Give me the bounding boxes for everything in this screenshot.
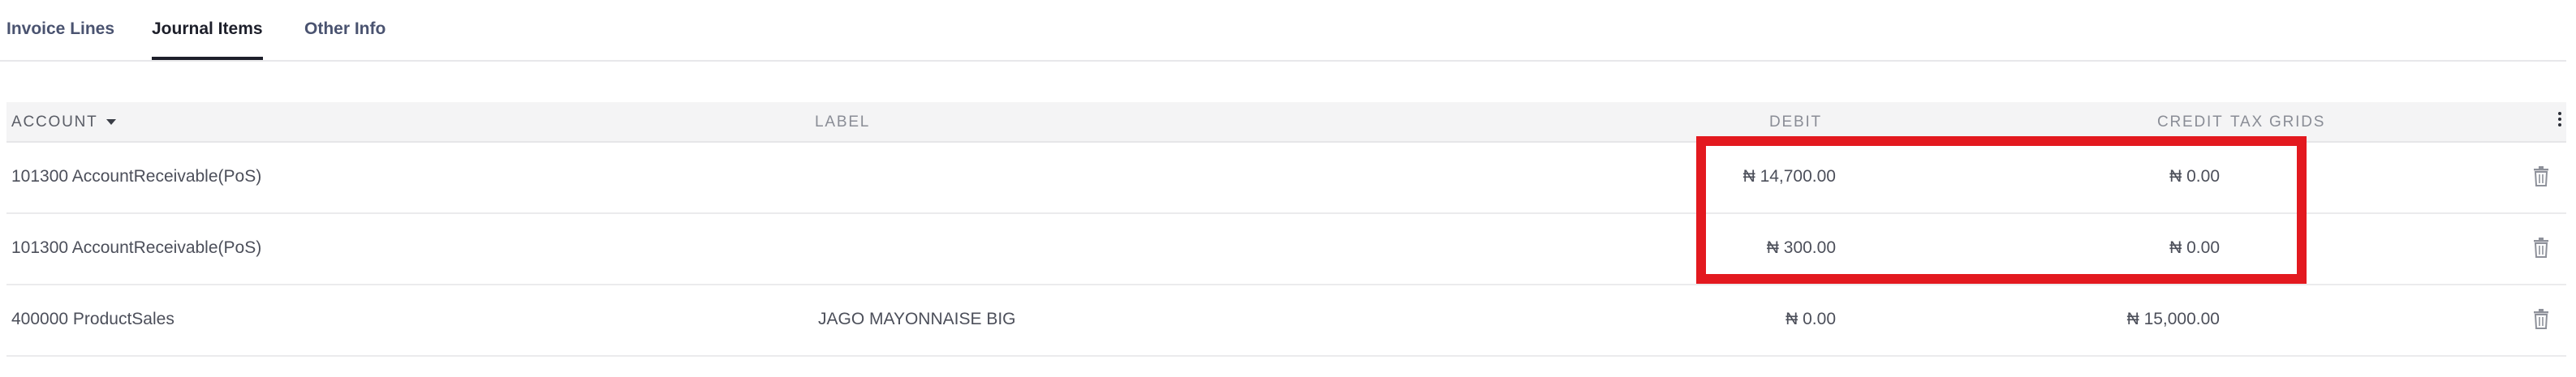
caret-down-icon [106, 119, 116, 126]
trash-icon[interactable] [2532, 237, 2550, 258]
table-row[interactable]: 101300 AccountReceivable(PoS) ₦ 300.00 ₦… [6, 214, 2566, 285]
trash-icon[interactable] [2532, 165, 2550, 186]
table-row[interactable]: 101300 AccountReceivable(PoS) ₦ 14,700.0… [6, 143, 2566, 214]
label-cell[interactable]: JAGO MAYONNAISE BIG [818, 310, 1016, 329]
kebab-menu-icon[interactable] [2557, 112, 2563, 130]
debit-cell[interactable]: ₦ 300.00 [1767, 238, 1836, 258]
table-row[interactable]: 400000 ProductSales JAGO MAYONNAISE BIG … [6, 285, 2566, 357]
credit-cell[interactable]: ₦ 0.00 [2169, 238, 2220, 258]
column-header-credit[interactable]: CREDIT [2157, 114, 2224, 131]
account-cell[interactable]: 101300 AccountReceivable(PoS) [11, 167, 261, 186]
tab-journal-items[interactable]: Journal Items [152, 19, 263, 60]
credit-cell[interactable]: ₦ 15,000.00 [2127, 310, 2220, 329]
credit-cell[interactable]: ₦ 0.00 [2169, 167, 2220, 186]
trash-icon[interactable] [2532, 308, 2550, 329]
table-header: ACCOUNT LABEL DEBIT CREDIT TAX GRIDS [6, 102, 2566, 143]
journal-items-table: ACCOUNT LABEL DEBIT CREDIT TAX GRIDS 101… [6, 102, 2566, 357]
column-header-tax-grids[interactable]: TAX GRIDS [2230, 114, 2325, 131]
column-header-account[interactable]: ACCOUNT [11, 114, 116, 131]
tab-invoice-lines[interactable]: Invoice Lines [6, 19, 114, 39]
notebook-tabs: Invoice Lines Journal Items Other Info [0, 0, 2566, 62]
debit-cell[interactable]: ₦ 14,700.00 [1743, 167, 1836, 186]
column-header-account-label: ACCOUNT [11, 114, 98, 131]
column-header-debit[interactable]: DEBIT [1769, 114, 1822, 131]
account-cell[interactable]: 101300 AccountReceivable(PoS) [11, 238, 261, 258]
account-cell[interactable]: 400000 ProductSales [11, 310, 174, 329]
debit-cell[interactable]: ₦ 0.00 [1786, 310, 1836, 329]
column-header-label[interactable]: LABEL [815, 114, 870, 131]
tab-other-info[interactable]: Other Info [304, 19, 386, 39]
